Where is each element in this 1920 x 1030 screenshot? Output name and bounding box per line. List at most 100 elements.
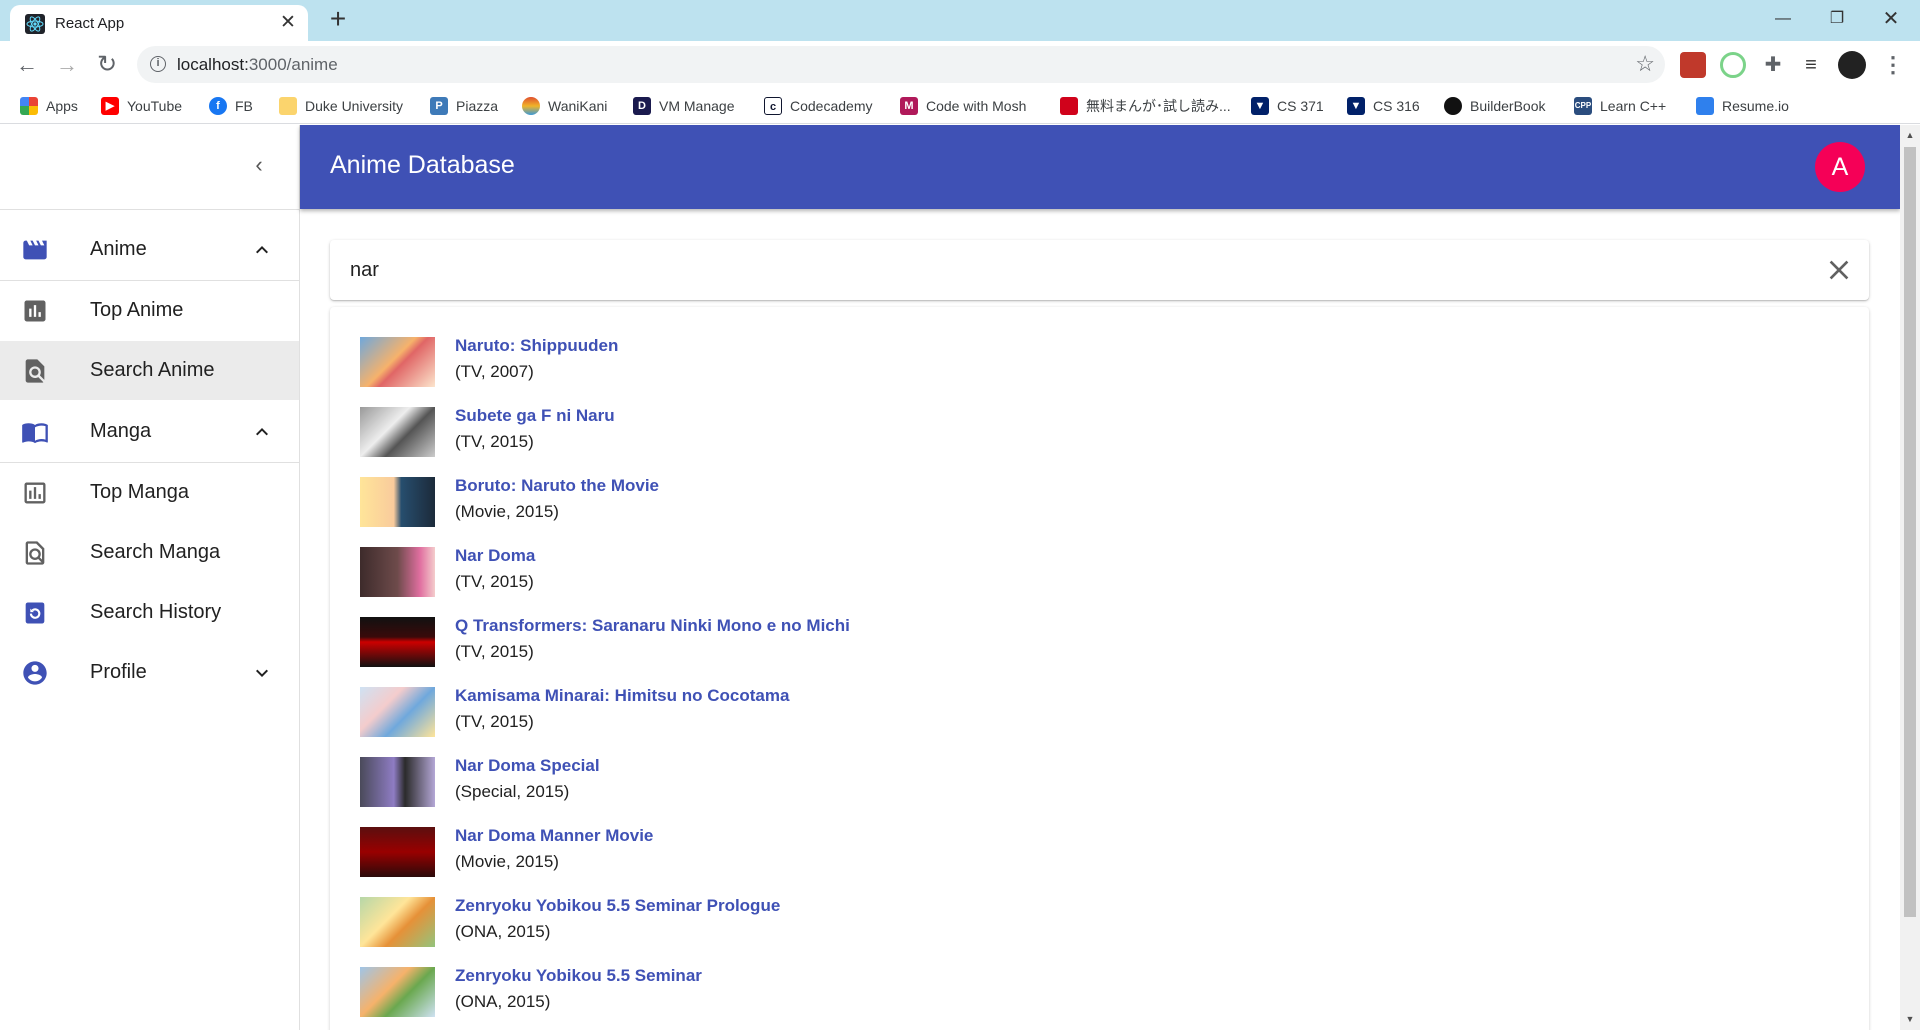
bookmark-builderbook[interactable]: BuilderBook — [1444, 93, 1546, 119]
anime-thumbnail[interactable] — [360, 337, 435, 387]
bookmark-fb[interactable]: f FB — [209, 93, 253, 119]
sidebar-item-manga[interactable]: Manga — [0, 402, 299, 461]
anime-type-year: (Special, 2015) — [455, 782, 570, 801]
extension-green-circle-icon[interactable] — [1720, 52, 1746, 78]
codecademy-icon: c — [764, 97, 782, 115]
anime-thumbnail[interactable] — [360, 687, 435, 737]
chevron-down-icon — [256, 669, 268, 677]
page-scrollbar[interactable]: ▲ ▼ — [1900, 125, 1920, 1030]
anime-thumbnail[interactable] — [360, 547, 435, 597]
list-item[interactable]: Kamisama Minarai: Himitsu no Cocotama (T… — [360, 686, 1840, 747]
browser-tab[interactable]: React App ✕ — [10, 5, 308, 41]
list-item[interactable]: Nar Doma (TV, 2015) — [360, 546, 1840, 607]
bookmark-apps[interactable]: Apps — [20, 93, 78, 119]
bookmark-duke-university[interactable]: Duke University — [279, 93, 403, 119]
minimize-icon[interactable]: — — [1756, 0, 1810, 38]
anime-type-year: (ONA, 2015) — [455, 922, 551, 941]
list-item[interactable]: Zenryoku Yobikou 5.5 Seminar (ONA, 2015) — [360, 966, 1840, 1027]
bookmark-learn-cpp[interactable]: CPP Learn C++ — [1574, 93, 1666, 119]
bookmark-code-with-mosh[interactable]: M Code with Mosh — [900, 93, 1026, 119]
bookmark-piazza[interactable]: P Piazza — [430, 93, 498, 119]
sidebar-item-search-manga[interactable]: Search Manga — [0, 523, 299, 582]
resume-icon — [1696, 97, 1714, 115]
bookmark-vm-manage[interactable]: D VM Manage — [633, 93, 734, 119]
anime-title-link[interactable]: Q Transformers: Saranaru Ninki Mono e no… — [455, 616, 850, 636]
anime-title-link[interactable]: Nar Doma — [455, 546, 535, 566]
browser-tab-strip: React App ✕ + — ❐ ✕ — [0, 0, 1920, 41]
sidebar-item-profile[interactable]: Profile — [0, 643, 299, 702]
anime-title-link[interactable]: Zenryoku Yobikou 5.5 Seminar — [455, 966, 702, 986]
sidebar-item-search-history[interactable]: Search History — [0, 583, 299, 642]
forward-arrow-icon[interactable]: → — [51, 49, 83, 81]
vm-icon: D — [633, 97, 651, 115]
list-item[interactable]: Nar Doma Manner Movie (Movie, 2015) — [360, 826, 1840, 887]
browser-toolbar: ← → ↻ i localhost:3000/anime ☆ — [0, 41, 1920, 88]
anime-title-link[interactable]: Naruto: Shippuuden — [455, 336, 618, 356]
anime-thumbnail[interactable] — [360, 827, 435, 877]
sidebar-item-label: Search Anime — [90, 359, 215, 381]
list-item[interactable]: Q Transformers: Saranaru Ninki Mono e no… — [360, 616, 1840, 677]
list-item[interactable]: Naruto: Shippuuden (TV, 2007) — [360, 336, 1840, 397]
address-bar[interactable]: i localhost:3000/anime ☆ — [137, 46, 1665, 83]
window-close-icon[interactable]: ✕ — [1864, 0, 1918, 38]
anime-thumbnail[interactable] — [360, 407, 435, 457]
anime-title-link[interactable]: Nar Doma Manner Movie — [455, 826, 653, 846]
anime-thumbnail[interactable] — [360, 477, 435, 527]
new-tab-icon[interactable]: + — [324, 5, 352, 34]
search-input[interactable] — [350, 252, 1750, 288]
chevron-left-icon[interactable]: ‹ — [241, 147, 277, 183]
bookmark-cs-371[interactable]: ▼ CS 371 — [1251, 93, 1324, 119]
media-queue-icon[interactable]: ≡ — [1798, 52, 1824, 78]
search-bar — [330, 240, 1869, 300]
scroll-up-icon[interactable]: ▲ — [1904, 129, 1916, 141]
site-info-icon[interactable]: i — [150, 56, 166, 72]
sidebar-item-top-anime[interactable]: Top Anime — [0, 281, 299, 340]
bookmark-codecademy[interactable]: c Codecademy — [764, 93, 873, 119]
duke-shield-icon: ▼ — [1251, 97, 1269, 115]
scroll-down-icon[interactable]: ▼ — [1904, 1013, 1916, 1025]
scrollbar-thumb[interactable] — [1904, 147, 1916, 917]
list-item[interactable]: Nar Doma Special (Special, 2015) — [360, 756, 1840, 817]
sidebar-item-search-anime[interactable]: Search Anime — [0, 341, 299, 400]
back-arrow-icon[interactable]: ← — [11, 49, 43, 81]
anime-title-link[interactable]: Nar Doma Special — [455, 756, 600, 776]
user-avatar[interactable]: A — [1815, 142, 1865, 192]
bookmarks-bar: Apps ▶ YouTube f FB Duke University P Piazz… — [0, 88, 1920, 124]
anime-thumbnail[interactable] — [360, 897, 435, 947]
list-item[interactable]: Subete ga F ni Naru (TV, 2015) — [360, 406, 1840, 467]
list-item[interactable]: Boruto: Naruto the Movie (Movie, 2015) — [360, 476, 1840, 537]
anime-thumbnail[interactable] — [360, 617, 435, 667]
apps-grid-icon — [20, 97, 38, 115]
reload-icon[interactable]: ↻ — [91, 49, 123, 81]
sidebar-divider — [0, 209, 300, 210]
restore-icon[interactable]: ❐ — [1810, 0, 1864, 38]
extensions-puzzle-icon[interactable]: ✚ — [1760, 52, 1786, 78]
cpp-icon: CPP — [1574, 97, 1592, 115]
anime-type-year: (ONA, 2015) — [455, 992, 551, 1011]
bookmark-manga-site[interactable]: 無料まんが･試し読み... — [1060, 93, 1231, 119]
anime-type-year: (TV, 2015) — [455, 712, 534, 731]
anime-title-link[interactable]: Kamisama Minarai: Himitsu no Cocotama — [455, 686, 789, 706]
tab-close-icon[interactable]: ✕ — [276, 11, 300, 35]
bookmark-cs-316[interactable]: ▼ CS 316 — [1347, 93, 1420, 119]
bookmark-youtube[interactable]: ▶ YouTube — [101, 93, 182, 119]
bar-chart-icon — [24, 300, 46, 321]
anime-thumbnail[interactable] — [360, 757, 435, 807]
bookmark-star-icon[interactable]: ☆ — [1635, 51, 1655, 77]
list-item[interactable]: Zenryoku Yobikou 5.5 Seminar Prologue (O… — [360, 896, 1840, 957]
anime-title-link[interactable]: Subete ga F ni Naru — [455, 406, 615, 426]
anime-title-link[interactable]: Boruto: Naruto the Movie — [455, 476, 659, 496]
bookmark-resume-io[interactable]: Resume.io — [1696, 93, 1789, 119]
sidebar-item-label: Anime — [90, 238, 147, 260]
close-icon[interactable] — [1823, 254, 1855, 286]
extension-red-icon[interactable] — [1680, 52, 1706, 78]
bookmark-wanikani[interactable]: WaniKani — [522, 93, 607, 119]
chrome-profile-avatar[interactable] — [1838, 51, 1866, 79]
anime-title-link[interactable]: Zenryoku Yobikou 5.5 Seminar Prologue — [455, 896, 780, 916]
sidebar-item-anime[interactable]: Anime — [0, 220, 299, 279]
sidebar-item-top-manga[interactable]: Top Manga — [0, 463, 299, 522]
history-icon — [25, 602, 45, 623]
book-open-icon — [22, 422, 48, 443]
anime-thumbnail[interactable] — [360, 967, 435, 1017]
chrome-menu-icon[interactable]: ⋮ — [1882, 50, 1904, 80]
